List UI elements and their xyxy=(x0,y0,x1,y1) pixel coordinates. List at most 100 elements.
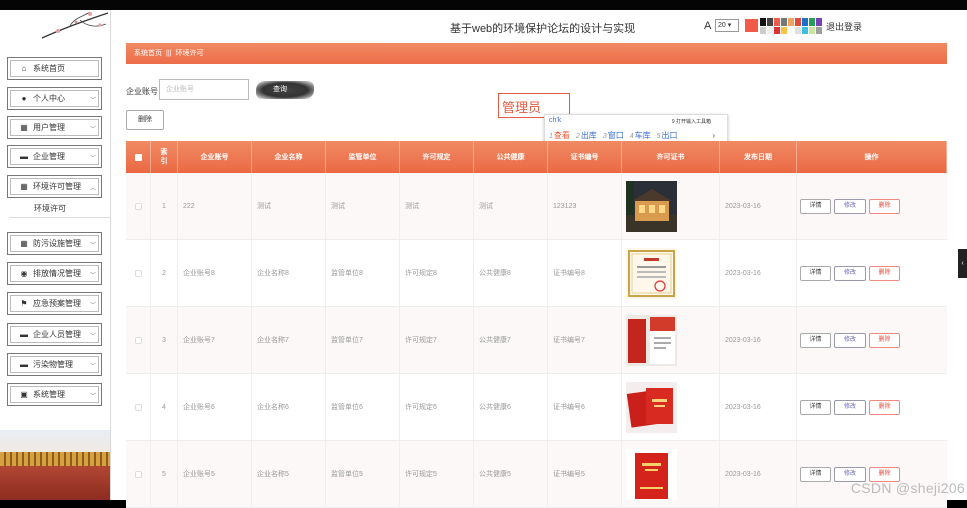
column-header: 许可证书 xyxy=(622,141,720,173)
company-name-cell: 企业名称8 xyxy=(252,240,326,306)
detail-button[interactable]: 详情 xyxy=(800,332,831,348)
sidebar-item-label: 系统首页 xyxy=(33,64,65,73)
color-swatch[interactable] xyxy=(767,18,773,26)
chevron-down-icon: ﹀ xyxy=(89,127,96,133)
account-search-input[interactable]: 企业账号 xyxy=(159,79,249,100)
logout-link[interactable]: 退出登录 xyxy=(826,20,862,33)
delete-button[interactable]: 删除 xyxy=(869,399,900,415)
ime-candidate[interactable]: 2出库 xyxy=(576,131,597,140)
font-icon[interactable]: A xyxy=(704,20,711,32)
sidebar-item-6[interactable]: ◉ 排放情况管理 ﹀ xyxy=(7,262,102,285)
color-swatch[interactable] xyxy=(760,18,766,26)
ime-candidate[interactable]: 5出口 xyxy=(657,131,678,140)
color-swatch[interactable] xyxy=(774,18,780,26)
color-swatch[interactable] xyxy=(767,26,773,34)
breadcrumb-home[interactable]: 系统首页 xyxy=(134,50,162,57)
color-swatch[interactable] xyxy=(809,18,815,26)
license-image[interactable] xyxy=(626,381,677,433)
checkbox-box[interactable] xyxy=(134,153,142,161)
ime-candidate[interactable]: 3窗口 xyxy=(603,131,624,140)
sidebar-item-5[interactable]: ▦ 防污设施管理 ﹀ xyxy=(7,232,102,255)
sidebar-item-1[interactable]: ● 个人中心 ﹀ xyxy=(7,87,102,110)
color-swatch[interactable] xyxy=(788,26,794,34)
ime-candidate[interactable]: 4车库 xyxy=(630,131,651,140)
color-swatch[interactable] xyxy=(816,26,822,34)
query-button[interactable]: 查询 xyxy=(256,81,314,99)
index-cell: 4 xyxy=(151,374,178,440)
ime-candidate-popup[interactable]: ch'k 9 打开输入工具箱 1查看 2出库 3窗口 4车库 5出口 › xyxy=(544,114,728,142)
row-checkbox-cell[interactable] xyxy=(126,173,151,239)
sidebar-item-2[interactable]: ▦ 用户管理 ﹀ xyxy=(7,116,102,139)
column-header: 证书编号 xyxy=(548,141,622,173)
chevron-down-icon: ﹀ xyxy=(89,334,96,340)
sidebar-item-3[interactable]: ▬ 企业管理 ﹀ xyxy=(7,145,102,168)
ime-candidate[interactable]: 1查看 xyxy=(549,131,570,140)
divider xyxy=(9,217,110,218)
row-checkbox[interactable] xyxy=(134,336,142,344)
supervisor-cell: 监管单位5 xyxy=(326,441,400,507)
color-swatch[interactable] xyxy=(788,18,794,26)
home-icon: ⌂ xyxy=(21,64,27,73)
account-cell: 企业账号7 xyxy=(178,307,252,373)
row-checkbox-cell[interactable] xyxy=(126,307,151,373)
sidebar-item-7[interactable]: ⚑ 应急预案管理 ﹀ xyxy=(7,292,102,315)
sidebar-item-8[interactable]: ▬ 企业人员管理 ﹀ xyxy=(7,323,102,346)
ime-hint[interactable]: 9 打开输入工具箱 xyxy=(672,118,711,125)
color-swatch[interactable] xyxy=(774,26,780,34)
font-size-select[interactable]: 20 ▾ xyxy=(715,19,739,32)
company-name-cell: 企业名称5 xyxy=(252,441,326,507)
license-image[interactable] xyxy=(626,180,677,232)
chevron-down-icon: ﹀ xyxy=(89,243,96,249)
ime-next-page-icon[interactable]: › xyxy=(712,131,715,140)
edit-button[interactable]: 修改 xyxy=(834,265,866,281)
color-swatch[interactable] xyxy=(795,18,801,26)
sidebar-subitem-env-permit[interactable]: 环境许可 xyxy=(34,203,66,214)
color-swatch[interactable] xyxy=(816,18,822,26)
delete-button[interactable]: 删除 xyxy=(869,265,900,281)
color-palette[interactable] xyxy=(760,18,822,34)
license-image[interactable] xyxy=(626,247,677,299)
row-checkbox[interactable] xyxy=(134,202,142,210)
batch-delete-button[interactable]: 删除 xyxy=(126,110,164,130)
sidebar-item-9[interactable]: ▬ 污染物管理 ﹀ xyxy=(7,353,102,376)
date-cell: 2023-03-16 xyxy=(720,374,797,440)
license-image[interactable] xyxy=(626,448,677,500)
color-swatch[interactable] xyxy=(802,18,808,26)
side-collapse-tab[interactable]: ‹ xyxy=(958,249,967,278)
color-swatch-selected[interactable] xyxy=(745,19,758,32)
edit-button[interactable]: 修改 xyxy=(834,399,866,415)
row-checkbox[interactable] xyxy=(134,269,142,277)
color-swatch[interactable] xyxy=(802,26,808,34)
sidebar-item-10[interactable]: ▣ 系统管理 ﹀ xyxy=(7,383,102,406)
row-checkbox[interactable] xyxy=(134,470,142,478)
table-row: 3 企业账号7 企业名称7 监管单位7 许可规定7 公共健康7 证书编号7 2023-03-1… xyxy=(126,307,947,374)
sidebar-item-4[interactable]: ▦ 环境许可管理 ︿ xyxy=(7,175,102,198)
color-swatch[interactable] xyxy=(795,26,801,34)
row-checkbox-cell[interactable] xyxy=(126,441,151,507)
edit-button[interactable]: 修改 xyxy=(834,332,866,348)
detail-button[interactable]: 详情 xyxy=(800,399,831,415)
detail-button[interactable]: 详情 xyxy=(800,466,831,482)
index-cell: 1 xyxy=(151,173,178,239)
license-image[interactable] xyxy=(626,314,677,366)
font-size-value: 20 xyxy=(718,22,726,29)
color-swatch[interactable] xyxy=(781,18,787,26)
chevron-down-icon: ﹀ xyxy=(89,303,96,309)
gear-icon: ▣ xyxy=(20,390,28,399)
row-checkbox-cell[interactable] xyxy=(126,374,151,440)
sidebar-item-0[interactable]: ⌂ 系统首页 xyxy=(7,57,102,80)
delete-button[interactable]: 删除 xyxy=(869,332,900,348)
row-checkbox-cell[interactable] xyxy=(126,240,151,306)
actions-cell: 详情 修改 删除 xyxy=(797,240,947,306)
color-swatch[interactable] xyxy=(760,26,766,34)
edit-button[interactable]: 修改 xyxy=(834,198,866,214)
delete-button[interactable]: 删除 xyxy=(869,198,900,214)
ime-candidate-text: 查看 xyxy=(553,131,570,140)
color-swatch[interactable] xyxy=(809,26,815,34)
color-swatch[interactable] xyxy=(781,26,787,34)
select-all-checkbox[interactable] xyxy=(126,141,151,173)
detail-button[interactable]: 详情 xyxy=(800,198,831,214)
detail-button[interactable]: 详情 xyxy=(800,265,831,281)
row-checkbox[interactable] xyxy=(134,403,142,411)
table-row: 5 企业账号5 企业名称5 监管单位5 许可规定5 公共健康5 证书编号5 2023-03-1… xyxy=(126,441,947,508)
